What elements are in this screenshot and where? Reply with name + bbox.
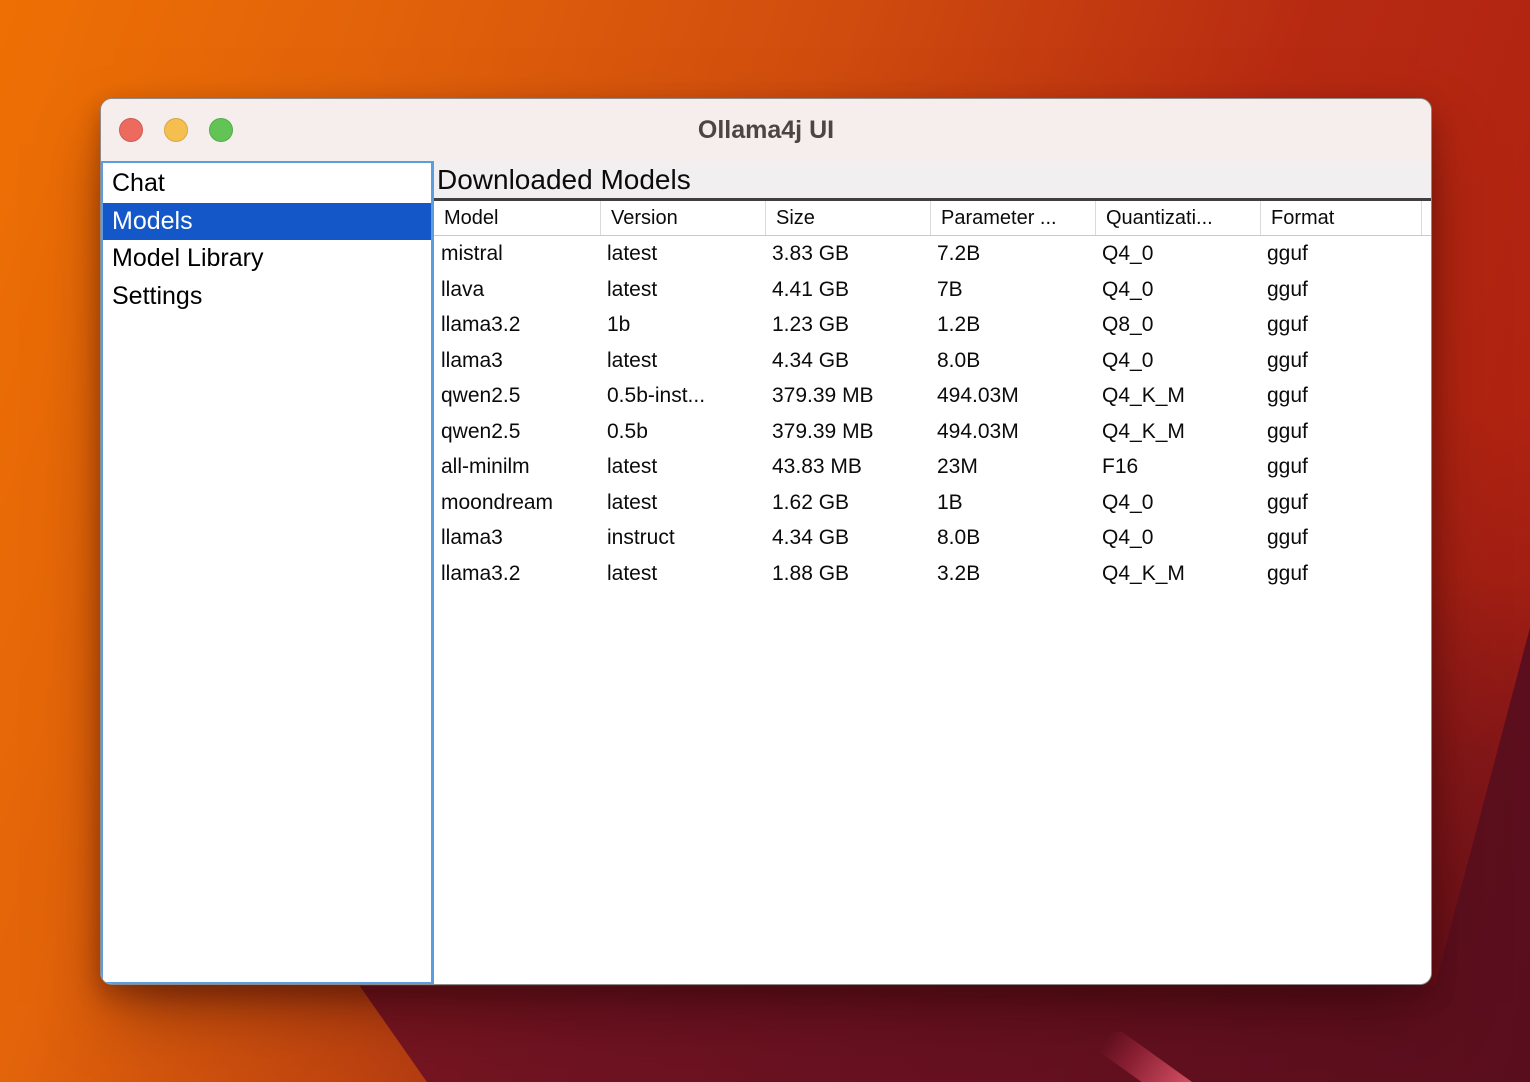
table-row[interactable]: mistrallatest3.83 GB7.2BQ4_0gguf <box>434 236 1431 272</box>
traffic-lights <box>119 99 233 161</box>
table-cell: llava <box>434 272 600 308</box>
table-cell: 1.88 GB <box>765 556 930 592</box>
column-header-parameter[interactable]: Parameter ... <box>930 201 1095 235</box>
table-body: mistrallatest3.83 GB7.2BQ4_0ggufllavalat… <box>434 236 1431 984</box>
table-cell: 379.39 MB <box>765 378 930 414</box>
column-header-quantizati[interactable]: Quantizati... <box>1095 201 1260 235</box>
app-window: Ollama4j UI ChatModelsModel LibrarySetti… <box>100 98 1432 985</box>
column-header-size[interactable]: Size <box>765 201 930 235</box>
table-cell: gguf <box>1260 414 1422 450</box>
table-cell: latest <box>600 485 765 521</box>
table-cell: Q4_0 <box>1095 485 1260 521</box>
table-cell: 8.0B <box>930 520 1095 556</box>
table-cell: Q4_0 <box>1095 343 1260 379</box>
table-cell: gguf <box>1260 272 1422 308</box>
table-cell: llama3 <box>434 343 600 379</box>
table-cell: moondream <box>434 485 600 521</box>
models-panel: Downloaded Models ModelVersionSizeParame… <box>434 161 1431 984</box>
table-cell: 8.0B <box>930 343 1095 379</box>
sidebar-item-chat[interactable]: Chat <box>103 165 431 203</box>
wallpaper-crimson-streak <box>1072 1032 1192 1082</box>
table-cell: gguf <box>1260 307 1422 343</box>
table-cell: instruct <box>600 520 765 556</box>
table-cell: Q4_K_M <box>1095 556 1260 592</box>
table-cell: all-minilm <box>434 449 600 485</box>
table-cell: 494.03M <box>930 378 1095 414</box>
zoom-button[interactable] <box>209 118 233 142</box>
table-cell: Q4_K_M <box>1095 378 1260 414</box>
sidebar-nav-list: ChatModelsModel LibrarySettings <box>101 161 434 984</box>
table-cell: latest <box>600 449 765 485</box>
table-cell: llama3.2 <box>434 556 600 592</box>
table-cell: 1b <box>600 307 765 343</box>
table-cell: 1.2B <box>930 307 1095 343</box>
close-button[interactable] <box>119 118 143 142</box>
table-header-row: ModelVersionSizeParameter ...Quantizati.… <box>434 201 1431 236</box>
sidebar-item-settings[interactable]: Settings <box>103 278 431 316</box>
table-cell: 3.83 GB <box>765 236 930 272</box>
table-cell: Q4_0 <box>1095 236 1260 272</box>
window-titlebar: Ollama4j UI <box>101 99 1431 161</box>
table-cell: 7B <box>930 272 1095 308</box>
table-cell: gguf <box>1260 520 1422 556</box>
column-header-format[interactable]: Format <box>1260 201 1422 235</box>
table-cell: latest <box>600 272 765 308</box>
table-cell: gguf <box>1260 449 1422 485</box>
table-cell: 379.39 MB <box>765 414 930 450</box>
table-row[interactable]: llama3instruct4.34 GB8.0BQ4_0gguf <box>434 520 1431 556</box>
window-content: ChatModelsModel LibrarySettings Download… <box>101 161 1431 984</box>
table-cell: 4.34 GB <box>765 343 930 379</box>
table-row[interactable]: qwen2.50.5b-inst...379.39 MB494.03MQ4_K_… <box>434 378 1431 414</box>
sidebar-item-model-library[interactable]: Model Library <box>103 240 431 278</box>
table-cell: 7.2B <box>930 236 1095 272</box>
minimize-button[interactable] <box>164 118 188 142</box>
table-cell: 1.23 GB <box>765 307 930 343</box>
table-cell: Q4_0 <box>1095 520 1260 556</box>
panel-title: Downloaded Models <box>434 161 1431 201</box>
table-cell: Q8_0 <box>1095 307 1260 343</box>
table-cell: Q4_0 <box>1095 272 1260 308</box>
table-cell: gguf <box>1260 236 1422 272</box>
table-cell: latest <box>600 236 765 272</box>
table-cell: qwen2.5 <box>434 414 600 450</box>
table-row[interactable]: llama3.2latest1.88 GB3.2BQ4_K_Mgguf <box>434 556 1431 592</box>
table-cell: gguf <box>1260 556 1422 592</box>
table-cell: gguf <box>1260 378 1422 414</box>
table-cell: 0.5b <box>600 414 765 450</box>
table-cell: latest <box>600 343 765 379</box>
table-row[interactable]: llama3.21b1.23 GB1.2BQ8_0gguf <box>434 307 1431 343</box>
table-row[interactable]: llavalatest4.41 GB7BQ4_0gguf <box>434 272 1431 308</box>
table-cell: 1.62 GB <box>765 485 930 521</box>
table-cell: 494.03M <box>930 414 1095 450</box>
table-cell: Q4_K_M <box>1095 414 1260 450</box>
table-cell: 23M <box>930 449 1095 485</box>
column-header-version[interactable]: Version <box>600 201 765 235</box>
window-title: Ollama4j UI <box>698 116 834 145</box>
table-row[interactable]: qwen2.50.5b379.39 MB494.03MQ4_K_Mgguf <box>434 414 1431 450</box>
table-cell: 4.41 GB <box>765 272 930 308</box>
table-cell: qwen2.5 <box>434 378 600 414</box>
table-cell: 43.83 MB <box>765 449 930 485</box>
table-cell: llama3.2 <box>434 307 600 343</box>
table-cell: 3.2B <box>930 556 1095 592</box>
table-cell: mistral <box>434 236 600 272</box>
column-header-model[interactable]: Model <box>434 201 600 235</box>
sidebar-item-models[interactable]: Models <box>103 203 431 241</box>
table-cell: 0.5b-inst... <box>600 378 765 414</box>
table-cell: llama3 <box>434 520 600 556</box>
table-row[interactable]: moondreamlatest1.62 GB1BQ4_0gguf <box>434 485 1431 521</box>
table-cell: 4.34 GB <box>765 520 930 556</box>
desktop-wallpaper: Ollama4j UI ChatModelsModel LibrarySetti… <box>0 0 1530 1082</box>
table-cell: gguf <box>1260 485 1422 521</box>
table-cell: latest <box>600 556 765 592</box>
table-cell: 1B <box>930 485 1095 521</box>
table-cell: gguf <box>1260 343 1422 379</box>
table-cell: F16 <box>1095 449 1260 485</box>
table-row[interactable]: llama3latest4.34 GB8.0BQ4_0gguf <box>434 343 1431 379</box>
table-row[interactable]: all-minilmlatest43.83 MB23MF16gguf <box>434 449 1431 485</box>
